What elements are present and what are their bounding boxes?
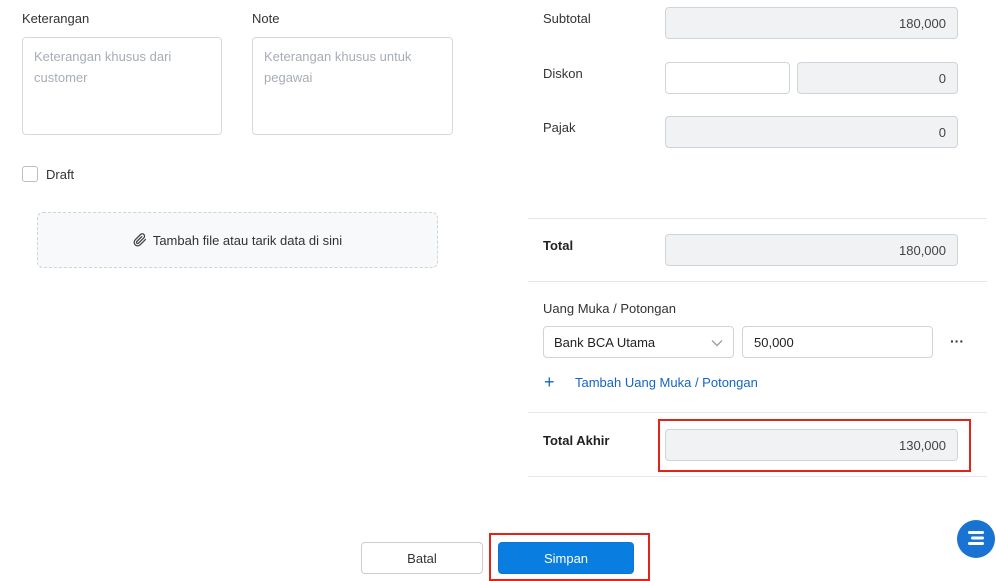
add-uang-muka-button[interactable]: + Tambah Uang Muka / Potongan bbox=[544, 373, 758, 391]
pajak-field bbox=[665, 116, 958, 148]
draft-checkbox[interactable] bbox=[22, 166, 38, 182]
divider bbox=[528, 218, 987, 219]
uang-muka-label: Uang Muka / Potongan bbox=[543, 301, 676, 316]
attach-file-dropzone[interactable]: Tambah file atau tarik data di sini bbox=[37, 212, 438, 268]
divider bbox=[528, 281, 987, 282]
diskon-percent-input[interactable] bbox=[665, 62, 790, 94]
more-options-icon[interactable]: ··· bbox=[950, 333, 964, 349]
subtotal-field bbox=[665, 7, 958, 39]
cancel-button[interactable]: Batal bbox=[361, 542, 483, 574]
menu-icon bbox=[967, 530, 985, 549]
total-field bbox=[665, 234, 958, 266]
divider bbox=[528, 476, 987, 477]
save-button-highlight bbox=[489, 533, 650, 581]
sales-form-footer: Keterangan Note Draft Tambah file atau t… bbox=[0, 0, 996, 581]
paperclip-icon bbox=[133, 233, 147, 247]
draft-label: Draft bbox=[46, 167, 75, 182]
total-akhir-highlight bbox=[658, 419, 971, 472]
uang-muka-amount-input[interactable] bbox=[742, 326, 933, 358]
uang-muka-account-select[interactable]: Bank BCA Utama bbox=[543, 326, 734, 358]
chevron-down-icon bbox=[711, 335, 723, 350]
note-textarea[interactable] bbox=[252, 37, 453, 135]
plus-icon: + bbox=[544, 372, 555, 392]
total-label: Total bbox=[543, 238, 574, 253]
keterangan-label: Keterangan bbox=[22, 11, 90, 26]
divider bbox=[528, 412, 987, 413]
note-label: Note bbox=[252, 11, 280, 26]
total-akhir-label: Total Akhir bbox=[543, 433, 610, 448]
keterangan-textarea[interactable] bbox=[22, 37, 222, 135]
floating-menu-button[interactable] bbox=[957, 520, 995, 558]
diskon-value-field bbox=[797, 62, 958, 94]
pajak-label: Pajak bbox=[543, 120, 576, 135]
add-uang-muka-label: Tambah Uang Muka / Potongan bbox=[575, 374, 758, 390]
uang-muka-account-value: Bank BCA Utama bbox=[554, 334, 656, 350]
subtotal-label: Subtotal bbox=[543, 11, 591, 26]
attach-file-label: Tambah file atau tarik data di sini bbox=[152, 232, 343, 248]
diskon-label: Diskon bbox=[543, 66, 583, 81]
